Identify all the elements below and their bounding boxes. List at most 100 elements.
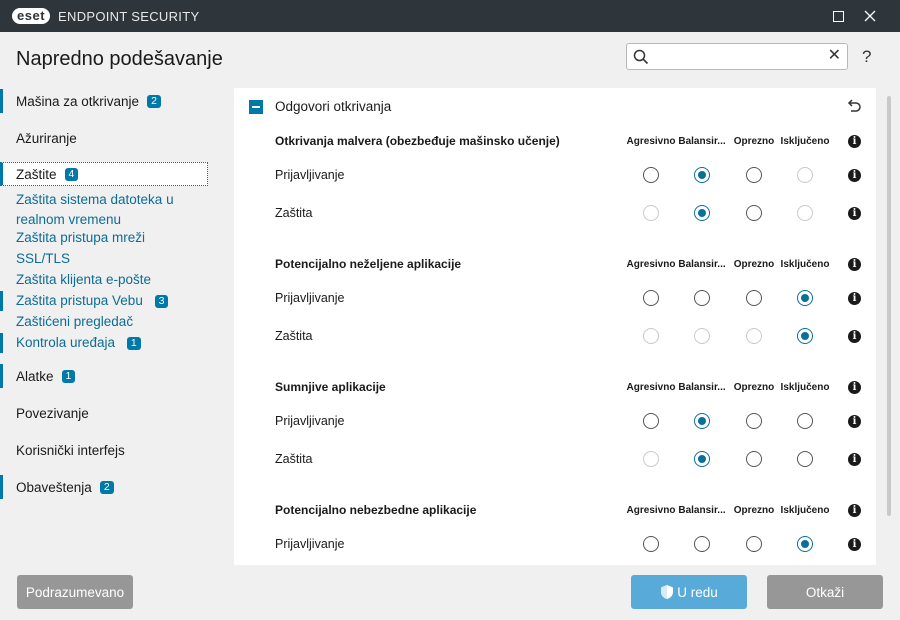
radio-button[interactable]	[746, 413, 762, 429]
info-icon[interactable]: i	[848, 258, 861, 271]
info-icon[interactable]: i	[848, 381, 861, 394]
default-button[interactable]: Podrazumevano	[17, 575, 133, 609]
info-icon[interactable]: i	[848, 453, 861, 466]
radio-button[interactable]	[797, 328, 813, 344]
setting-row-label: Prijavljivanje	[275, 537, 345, 551]
radio-button[interactable]	[694, 328, 710, 344]
radio-button[interactable]	[797, 451, 813, 467]
column-header: Isključeno	[780, 259, 830, 270]
sidebar-item-label: Zaštite	[16, 166, 57, 182]
close-icon[interactable]	[855, 0, 885, 32]
radio-button[interactable]	[746, 167, 762, 183]
info-icon[interactable]: i	[848, 169, 861, 182]
setting-row-label: Prijavljivanje	[275, 414, 345, 428]
sidebar-item-user-interface[interactable]: Korisnički interfejs	[0, 438, 125, 462]
radio-button[interactable]	[797, 290, 813, 306]
sidebar-item-label: Zaštita klijenta e-pošte	[16, 272, 152, 287]
radio-button[interactable]	[746, 536, 762, 552]
sidebar-item-notifications[interactable]: Obaveštenja 2	[0, 475, 114, 499]
search-box[interactable]: ✕	[626, 43, 848, 70]
radio-button[interactable]	[694, 413, 710, 429]
info-icon[interactable]: i	[848, 415, 861, 428]
info-icon[interactable]: i	[848, 504, 861, 517]
radio-button[interactable]	[746, 290, 762, 306]
sidebar-subitem-ssl-tls[interactable]: SSL/TLS	[0, 249, 70, 269]
sidebar-item-label: Zaštita sistema datoteka u realnom vreme…	[16, 192, 174, 227]
radio-button[interactable]	[694, 167, 710, 183]
radio-button[interactable]	[746, 328, 762, 344]
column-header: Balansir...	[678, 382, 726, 393]
ok-button[interactable]: U redu	[631, 575, 747, 609]
radio-button[interactable]	[797, 536, 813, 552]
sidebar-item-update[interactable]: Ažuriranje	[0, 126, 77, 150]
sidebar-subitem-web-protection[interactable]: Zaštita pristupa Vebu 3	[0, 291, 169, 311]
radio-button[interactable]	[643, 290, 659, 306]
sidebar-subitem-email-protection[interactable]: Zaštita klijenta e-pošte	[0, 270, 151, 290]
group-title: Sumnjive aplikacije	[275, 380, 386, 394]
sidebar-subitem-network-protection[interactable]: Zaštita pristupa mreži	[0, 228, 145, 248]
count-badge: 4	[64, 167, 79, 181]
column-header: Oprezno	[733, 382, 775, 393]
info-icon[interactable]: i	[848, 330, 861, 343]
sidebar-item-label: Mašina za otkrivanje	[16, 93, 140, 109]
radio-button[interactable]	[746, 205, 762, 221]
column-header: Agresivno	[626, 136, 676, 147]
title-bar: eset ENDPOINT SECURITY	[0, 0, 900, 32]
column-header: Oprezno	[733, 136, 775, 147]
sidebar-item-detection-engine[interactable]: Mašina za otkrivanje 2	[0, 89, 161, 113]
column-header: Balansir...	[678, 505, 726, 516]
sidebar-item-label: Korisnički interfejs	[16, 442, 125, 458]
sidebar-subitem-device-control[interactable]: Kontrola uređaja 1	[0, 333, 141, 353]
column-header: Isključeno	[780, 136, 830, 147]
maximize-icon[interactable]	[823, 0, 853, 32]
shield-icon	[661, 585, 674, 599]
radio-button[interactable]	[797, 413, 813, 429]
radio-button[interactable]	[694, 290, 710, 306]
info-icon[interactable]: i	[848, 538, 861, 551]
sidebar-item-connectivity[interactable]: Povezivanje	[0, 401, 89, 425]
radio-button[interactable]	[694, 205, 710, 221]
column-header: Oprezno	[733, 505, 775, 516]
radio-button[interactable]	[643, 167, 659, 183]
info-icon[interactable]: i	[848, 292, 861, 305]
info-icon[interactable]: i	[848, 135, 861, 148]
clear-search-icon[interactable]: ✕	[828, 48, 841, 64]
search-input[interactable]	[653, 47, 823, 66]
radio-button[interactable]	[643, 413, 659, 429]
revert-icon[interactable]	[846, 98, 862, 114]
collapse-icon[interactable]	[249, 100, 263, 114]
radio-button[interactable]	[797, 167, 813, 183]
sidebar-item-label: Zaštita pristupa mreži	[16, 230, 146, 245]
sidebar-item-label: Zaštita pristupa Vebu	[16, 293, 143, 308]
column-header: Agresivno	[626, 505, 676, 516]
radio-button[interactable]	[643, 205, 659, 221]
page-title: Napredno podešavanje	[16, 48, 223, 70]
sidebar-item-protections[interactable]: Zaštite 4	[0, 162, 208, 186]
column-header: Isključeno	[780, 505, 830, 516]
radio-button[interactable]	[746, 451, 762, 467]
section-title: Odgovori otkrivanja	[275, 99, 392, 114]
column-header: Isključeno	[780, 382, 830, 393]
column-header: Oprezno	[733, 259, 775, 270]
column-header: Balansir...	[678, 259, 726, 270]
count-badge: 1	[126, 336, 141, 350]
sidebar-subitem-secure-browser[interactable]: Zaštićeni pregledač	[0, 312, 133, 332]
info-icon[interactable]: i	[848, 207, 861, 220]
help-icon[interactable]: ?	[862, 47, 871, 67]
header: Napredno podešavanje ✕ ?	[0, 32, 900, 84]
radio-button[interactable]	[694, 451, 710, 467]
radio-button[interactable]	[694, 536, 710, 552]
radio-button[interactable]	[797, 205, 813, 221]
search-icon	[633, 49, 649, 65]
radio-button[interactable]	[643, 451, 659, 467]
eset-logo: eset	[12, 8, 51, 24]
sidebar-item-label: Alatke	[16, 368, 54, 384]
radio-button[interactable]	[643, 328, 659, 344]
radio-button[interactable]	[643, 536, 659, 552]
cancel-button[interactable]: Otkaži	[767, 575, 883, 609]
sidebar-subitem-realtime-protection[interactable]: Zaštita sistema datoteka u realnom vreme…	[0, 190, 200, 230]
column-header: Agresivno	[626, 259, 676, 270]
sidebar-item-tools[interactable]: Alatke 1	[0, 364, 76, 388]
scrollbar[interactable]	[887, 96, 891, 516]
group-title: Potencijalno nebezbedne aplikacije	[275, 503, 477, 517]
